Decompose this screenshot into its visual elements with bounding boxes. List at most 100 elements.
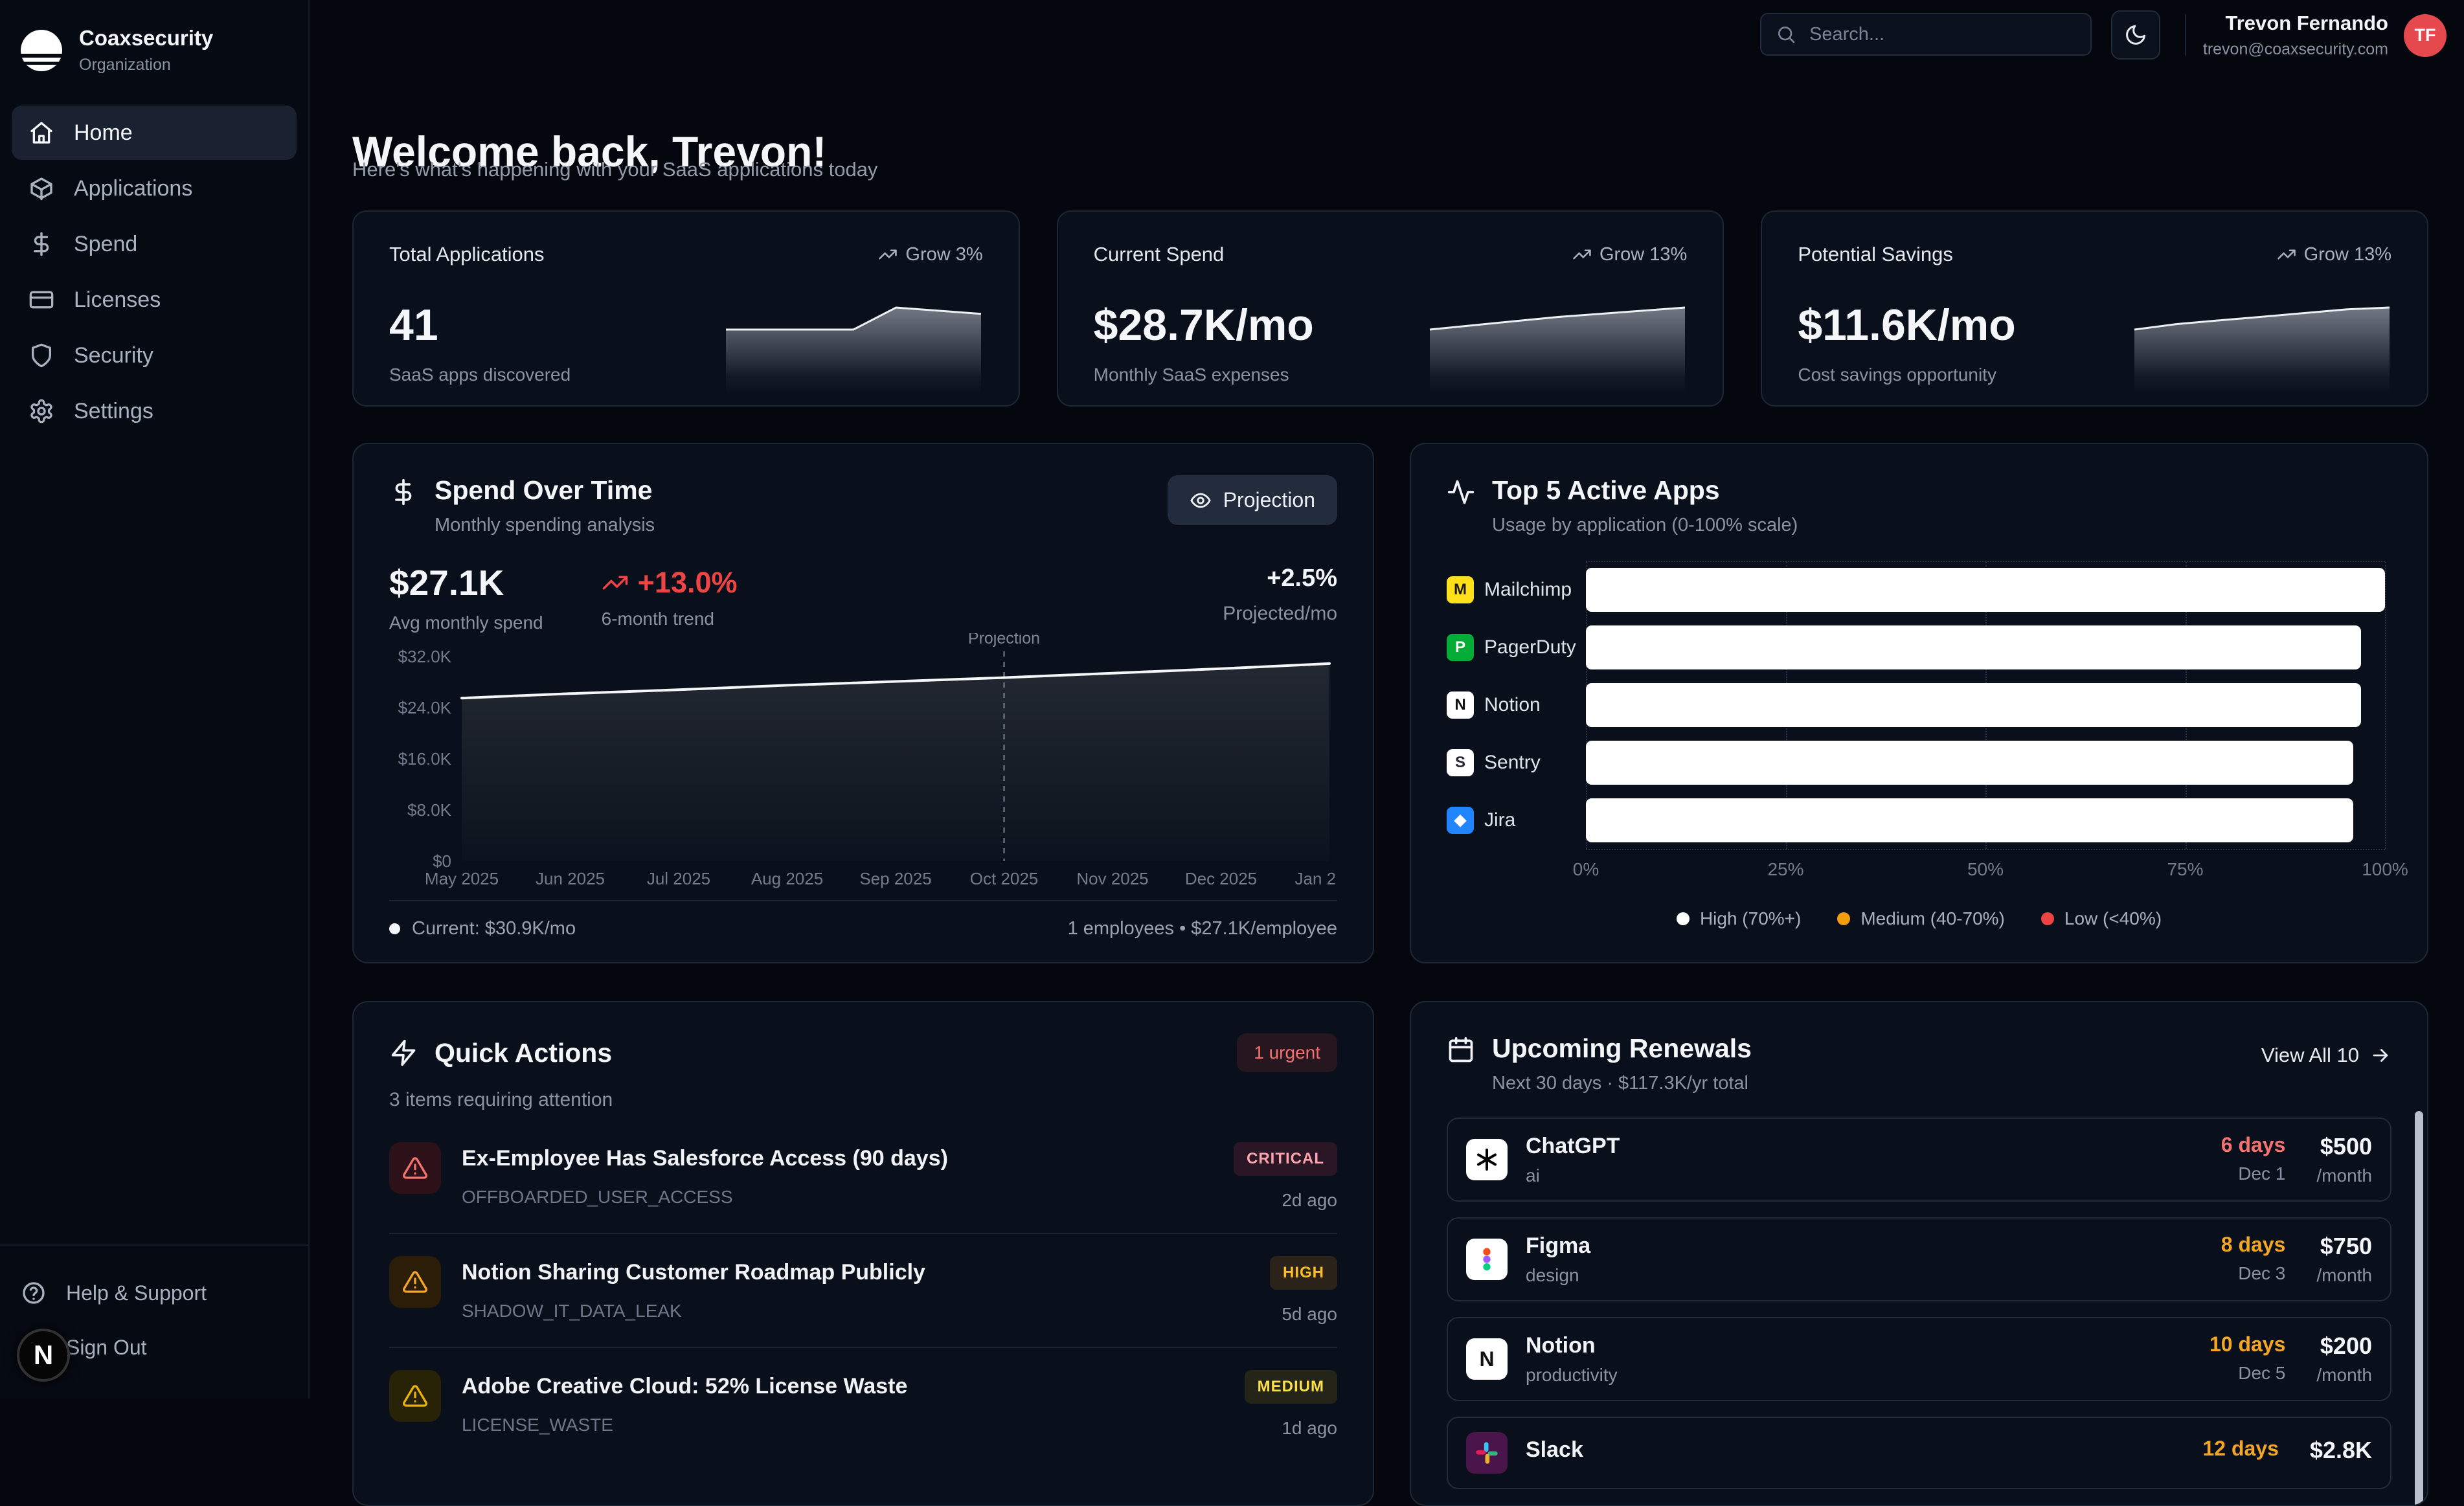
sidebar-item-home[interactable]: Home (12, 106, 297, 160)
quick-actions-list: Ex-Employee Has Salesforce Access (90 da… (389, 1120, 1337, 1461)
stats-row: Total Applications Grow 3% 41 SaaS apps … (352, 210, 2428, 407)
renewal-price: $750 (2316, 1233, 2372, 1260)
alert-triangle-icon (389, 1256, 441, 1308)
quick-action-item[interactable]: Ex-Employee Has Salesforce Access (90 da… (389, 1120, 1337, 1234)
urgent-badge: 1 urgent (1237, 1033, 1337, 1072)
trending-up-icon (2277, 245, 2296, 264)
projection-button[interactable]: Projection (1168, 475, 1337, 525)
usage-bar-track (1586, 625, 2385, 669)
renewal-period: /month (2316, 1165, 2372, 1186)
sidebar-item-label: Security (74, 343, 153, 368)
action-time: 5d ago (1270, 1304, 1337, 1325)
avg-monthly-spend-label: Avg monthly spend (389, 613, 543, 633)
calendar-icon (1447, 1036, 1475, 1064)
stat-trend: Grow 3% (878, 244, 982, 265)
xaxis-tick: 75% (2167, 859, 2203, 880)
spend-footer-left: Current: $30.9K/mo (412, 918, 576, 939)
topbar-divider (2185, 14, 2186, 56)
xaxis-tick: 0% (1573, 859, 1599, 880)
top-apps-subtitle: Usage by application (0-100% scale) (1492, 515, 1798, 536)
app-name: Sentry (1484, 752, 1541, 774)
svg-text:Nov 2025: Nov 2025 (1076, 869, 1148, 888)
alert-triangle-icon (389, 1370, 441, 1422)
renewal-price: $2.8K (2310, 1437, 2372, 1464)
action-tag: SHADOW_IT_DATA_LEAK (462, 1301, 1249, 1321)
usage-bar (1586, 741, 2353, 785)
org-name: Coaxsecurity (79, 26, 213, 51)
sidebar-item-applications[interactable]: Applications (12, 161, 297, 216)
renewal-category: ai (1526, 1165, 1620, 1186)
renewal-item-notion[interactable]: N Notion productivity 10 days Dec 5 $200… (1447, 1317, 2391, 1401)
renewal-days: 12 days (2203, 1437, 2279, 1461)
sidebar-item-label: Licenses (74, 287, 161, 313)
sidebar-item-settings[interactable]: Settings (12, 384, 297, 438)
usage-bar-track (1586, 568, 2385, 612)
renewal-name: Slack (1526, 1437, 1583, 1463)
svg-text:Jul 2025: Jul 2025 (647, 869, 710, 888)
quick-action-item[interactable]: Adobe Creative Cloud: 52% License Waste … (389, 1348, 1337, 1461)
arrow-right-icon (2369, 1044, 2391, 1066)
usage-bar (1586, 683, 2361, 727)
quick-actions-title: Quick Actions (435, 1038, 612, 1068)
trending-up-icon (878, 245, 898, 264)
slack-icon (1466, 1432, 1508, 1474)
spend-card-subtitle: Monthly spending analysis (435, 515, 655, 536)
legend-item-high-70: High (70%+) (1677, 908, 1801, 929)
renewal-date: Dec 3 (2221, 1263, 2286, 1284)
avatar[interactable]: TF (2404, 14, 2447, 57)
stat-title: Total Applications (389, 243, 545, 266)
renewals-title: Upcoming Renewals (1492, 1033, 1752, 1064)
xaxis-tick: 50% (1967, 859, 2004, 880)
quick-actions-card: Quick Actions 1 urgent 3 items requiring… (352, 1001, 1374, 1506)
avg-monthly-spend-value: $27.1K (389, 562, 543, 603)
sidebar-footer-item-help-support[interactable]: Help & Support (21, 1272, 288, 1314)
page-subtitle: Here's what's happening with your SaaS a… (352, 158, 877, 181)
severity-badge: CRITICAL (1234, 1142, 1337, 1176)
dev-tools-badge[interactable]: N (17, 1329, 70, 1382)
app-row-sentry: S Sentry (1447, 734, 2391, 791)
package-icon (28, 175, 54, 201)
renewal-date: Dec 5 (2210, 1363, 2285, 1384)
legend-item-medium-40-70: Medium (40-70%) (1837, 908, 2005, 929)
sidebar-item-label: Home (74, 120, 133, 146)
sidebar-item-licenses[interactable]: Licenses (12, 273, 297, 327)
notion-icon: N (1447, 691, 1474, 719)
trending-up-icon (1572, 245, 1592, 264)
projected-label: Projected/mo (1223, 603, 1337, 625)
search-input[interactable] (1808, 23, 2076, 46)
renewal-date: Dec 1 (2221, 1163, 2286, 1184)
svg-text:$16.0K: $16.0K (398, 749, 452, 769)
renewal-item-chatgpt[interactable]: ChatGPT ai 6 days Dec 1 $500 /month (1447, 1118, 2391, 1202)
sidebar-nav: Home ApplicationsSpend Licenses Security Set… (0, 106, 308, 438)
view-all-button[interactable]: View All 10 (2261, 1044, 2391, 1067)
renewal-item-slack[interactable]: Slack 12 days $2.8K (1447, 1417, 2391, 1489)
org-type: Organization (79, 56, 213, 74)
user-name: Trevon Fernando (2203, 12, 2388, 35)
renewals-list: ChatGPT ai 6 days Dec 1 $500 /month Figm… (1447, 1118, 2391, 1489)
quick-action-item[interactable]: Notion Sharing Customer Roadmap Publicly… (389, 1234, 1337, 1348)
notion-icon: N (1466, 1338, 1508, 1380)
spend-chart: $0$8.0K$16.0K$24.0K$32.0KProjectionMay 2… (389, 633, 1335, 890)
sidebar-footer-label: Sign Out (66, 1336, 147, 1360)
renewals-scrollbar[interactable] (2415, 1111, 2423, 1506)
org-header[interactable]: Coaxsecurity Organization (0, 0, 308, 74)
help-icon (21, 1280, 47, 1306)
renewal-price: $500 (2316, 1133, 2372, 1160)
top-apps-plot: M Mailchimp P PagerDuty N Notion S (1447, 561, 2391, 850)
usage-bar-track (1586, 683, 2385, 727)
theme-toggle-button[interactable] (2111, 10, 2160, 60)
usage-bar (1586, 625, 2361, 669)
svg-text:Aug 2025: Aug 2025 (751, 869, 823, 888)
renewal-item-figma[interactable]: Figma design 8 days Dec 3 $750 /month (1447, 1217, 2391, 1301)
legend-dot-icon (1837, 912, 1850, 925)
action-title: Ex-Employee Has Salesforce Access (90 da… (462, 1146, 1213, 1171)
search-box[interactable] (1760, 13, 2092, 56)
renewal-days: 8 days (2221, 1233, 2286, 1257)
sidebar-item-spend[interactable]: Spend (12, 217, 297, 271)
stat-trend: Grow 13% (1572, 244, 1687, 265)
jira-icon: ◆ (1447, 807, 1474, 834)
usage-bar-track (1586, 741, 2385, 785)
sidebar-item-security[interactable]: Security (12, 328, 297, 383)
user-block: Trevon Fernando trevon@coaxsecurity.com … (2203, 12, 2447, 59)
svg-text:$32.0K: $32.0K (398, 647, 452, 666)
